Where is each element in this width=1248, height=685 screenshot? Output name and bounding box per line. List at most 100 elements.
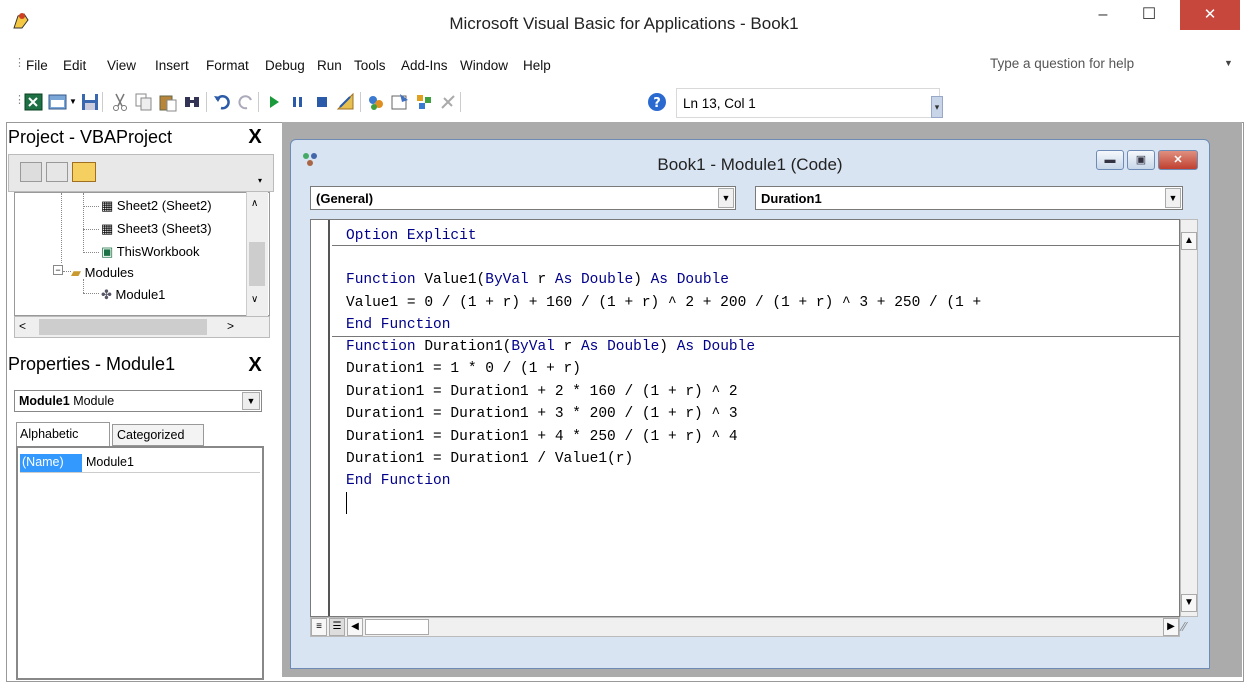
code-minimize-button[interactable]: ▬ — [1096, 150, 1124, 170]
menu-add-ins[interactable]: Add-Ins — [401, 58, 448, 73]
scroll-left-icon[interactable]: < — [19, 319, 26, 333]
folder-icon: ▰ — [71, 265, 81, 280]
tree-item-sheet3[interactable]: ▦ Sheet3 (Sheet3) — [101, 221, 212, 237]
code-window-title: Book1 - Module1 (Code) — [657, 155, 843, 174]
project-pane-title: Project - VBAProject — [8, 124, 276, 154]
minimize-button[interactable]: – — [1080, 0, 1126, 30]
reset-icon[interactable] — [312, 92, 332, 112]
tree-line — [83, 279, 84, 293]
tree-line — [63, 271, 71, 272]
insert-dropdown-icon[interactable]: ▼ — [69, 97, 77, 106]
toolbar-separator — [460, 92, 461, 112]
help-dropdown-icon[interactable]: ▼ — [1224, 58, 1233, 68]
toolbar-separator — [102, 92, 103, 112]
tree-line — [83, 206, 99, 207]
help-search-box[interactable]: Type a question for help — [985, 52, 1235, 76]
toolbar-options-icon[interactable]: ▾ — [931, 96, 943, 118]
menu-tools[interactable]: Tools — [354, 58, 386, 73]
code-line: End Function — [346, 473, 451, 489]
project-tree-vertical-scrollbar[interactable]: ∧ ∨ — [246, 192, 268, 316]
menu-help[interactable]: Help — [523, 58, 551, 73]
copy-icon[interactable] — [134, 92, 154, 112]
code-line: Duration1 = 1 * 0 / (1 + r) — [346, 361, 581, 377]
code-close-button[interactable]: ✕ — [1158, 150, 1198, 170]
object-browser-icon[interactable] — [414, 92, 434, 112]
scroll-down-icon[interactable]: ▼ — [1181, 594, 1197, 612]
view-code-icon[interactable] — [20, 162, 42, 182]
scroll-up-icon[interactable]: ▲ — [1181, 232, 1197, 250]
menu-insert[interactable]: Insert — [155, 58, 189, 73]
toolbar-separator — [258, 92, 259, 112]
project-explorer-icon[interactable] — [366, 92, 386, 112]
menu-format[interactable]: Format — [206, 58, 249, 73]
tab-categorized[interactable]: Categorized — [112, 424, 204, 446]
tree-item-label: ThisWorkbook — [116, 244, 200, 259]
scroll-up-icon[interactable]: ∧ — [251, 198, 258, 209]
object-combo[interactable]: (General) — [310, 186, 736, 210]
toggle-folders-icon[interactable] — [72, 162, 96, 182]
project-tree: ▦ Sheet2 (Sheet2) ▦ Sheet3 (Sheet3) ▣ Th… — [14, 192, 270, 316]
close-button[interactable]: ✕ — [1180, 0, 1240, 30]
tree-item-label: Module1 — [115, 287, 166, 302]
tree-item-sheet2[interactable]: ▦ Sheet2 (Sheet2) — [101, 198, 212, 214]
menu-file[interactable]: File — [26, 58, 48, 73]
help-icon[interactable]: ? — [647, 92, 667, 112]
object-name: Module1 — [19, 394, 70, 408]
procedure-combo[interactable]: Duration1 — [755, 186, 1183, 210]
code-line: Function Value1(ByVal r As Double) As Do… — [346, 272, 729, 288]
full-module-view-icon[interactable]: ☰ — [329, 618, 345, 636]
view-object-icon[interactable] — [46, 162, 68, 182]
code-line: Option Explicit — [346, 228, 477, 244]
code-horizontal-scrollbar[interactable]: ≡ ☰ ◀ ▶ — [310, 617, 1180, 637]
insert-userform-icon[interactable] — [48, 92, 68, 112]
menu-debug[interactable]: Debug — [265, 58, 305, 73]
tab-alphabetic[interactable]: Alphabetic — [16, 422, 110, 446]
scroll-thumb[interactable] — [39, 319, 207, 335]
menu-window[interactable]: Window — [460, 58, 508, 73]
scroll-right-icon[interactable]: ▶ — [1163, 618, 1179, 636]
procedure-view-icon[interactable]: ≡ — [311, 618, 327, 636]
margin-indicator-bar[interactable] — [312, 220, 330, 616]
menu-edit[interactable]: Edit — [63, 58, 86, 73]
paste-icon[interactable] — [158, 92, 178, 112]
chevron-down-icon[interactable]: ▼ — [242, 392, 260, 410]
run-icon[interactable] — [264, 92, 284, 112]
cut-icon[interactable] — [110, 92, 130, 112]
code-restore-button[interactable]: ▣ — [1127, 150, 1155, 170]
tree-item-module1[interactable]: ✤ Module1 — [101, 287, 165, 303]
menu-view[interactable]: View — [107, 58, 136, 73]
chevron-down-icon[interactable]: ▼ — [1165, 188, 1181, 208]
properties-window-icon[interactable] — [390, 92, 410, 112]
tree-item-thisworkbook[interactable]: ▣ ThisWorkbook — [101, 244, 200, 260]
scroll-right-icon[interactable]: > — [227, 319, 234, 333]
find-icon[interactable] — [182, 92, 202, 112]
scroll-thumb[interactable] — [249, 242, 265, 286]
code-line: End Function — [346, 317, 451, 333]
object-selector[interactable]: Module1 Module — [14, 390, 262, 412]
project-pane-close-button[interactable]: X — [243, 126, 267, 150]
tree-item-modules[interactable]: ▰ Modules — [71, 265, 134, 281]
resize-grip-icon[interactable]: ⁄⁄ — [1182, 619, 1198, 637]
scroll-left-icon[interactable]: ◀ — [347, 618, 363, 636]
menu-run[interactable]: Run — [317, 58, 342, 73]
scroll-down-icon[interactable]: ∨ — [251, 294, 258, 305]
property-name[interactable]: (Name) — [20, 454, 82, 472]
save-icon[interactable] — [80, 92, 100, 112]
project-tree-horizontal-scrollbar[interactable]: < > — [14, 316, 270, 338]
chevron-down-icon[interactable]: ▼ — [718, 188, 734, 208]
maximize-button[interactable]: ☐ — [1126, 0, 1172, 30]
project-toolbar-overflow-icon[interactable]: ▾ — [258, 176, 262, 185]
design-mode-icon[interactable] — [336, 92, 356, 112]
menu-grip-icon: ⋮ — [14, 57, 25, 69]
break-icon[interactable] — [288, 92, 308, 112]
code-line: Function Duration1(ByVal r As Double) As… — [346, 339, 756, 355]
scroll-thumb[interactable] — [365, 619, 429, 635]
redo-icon[interactable] — [236, 92, 256, 112]
properties-pane-close-button[interactable]: X — [243, 354, 267, 378]
toolbox-icon[interactable] — [438, 92, 458, 112]
collapse-icon[interactable]: − — [53, 265, 63, 275]
code-vertical-scrollbar[interactable]: ▲ ▼ — [1180, 219, 1198, 617]
property-value[interactable]: Module1 — [84, 454, 260, 472]
undo-icon[interactable] — [212, 92, 232, 112]
excel-view-icon[interactable] — [24, 92, 44, 112]
